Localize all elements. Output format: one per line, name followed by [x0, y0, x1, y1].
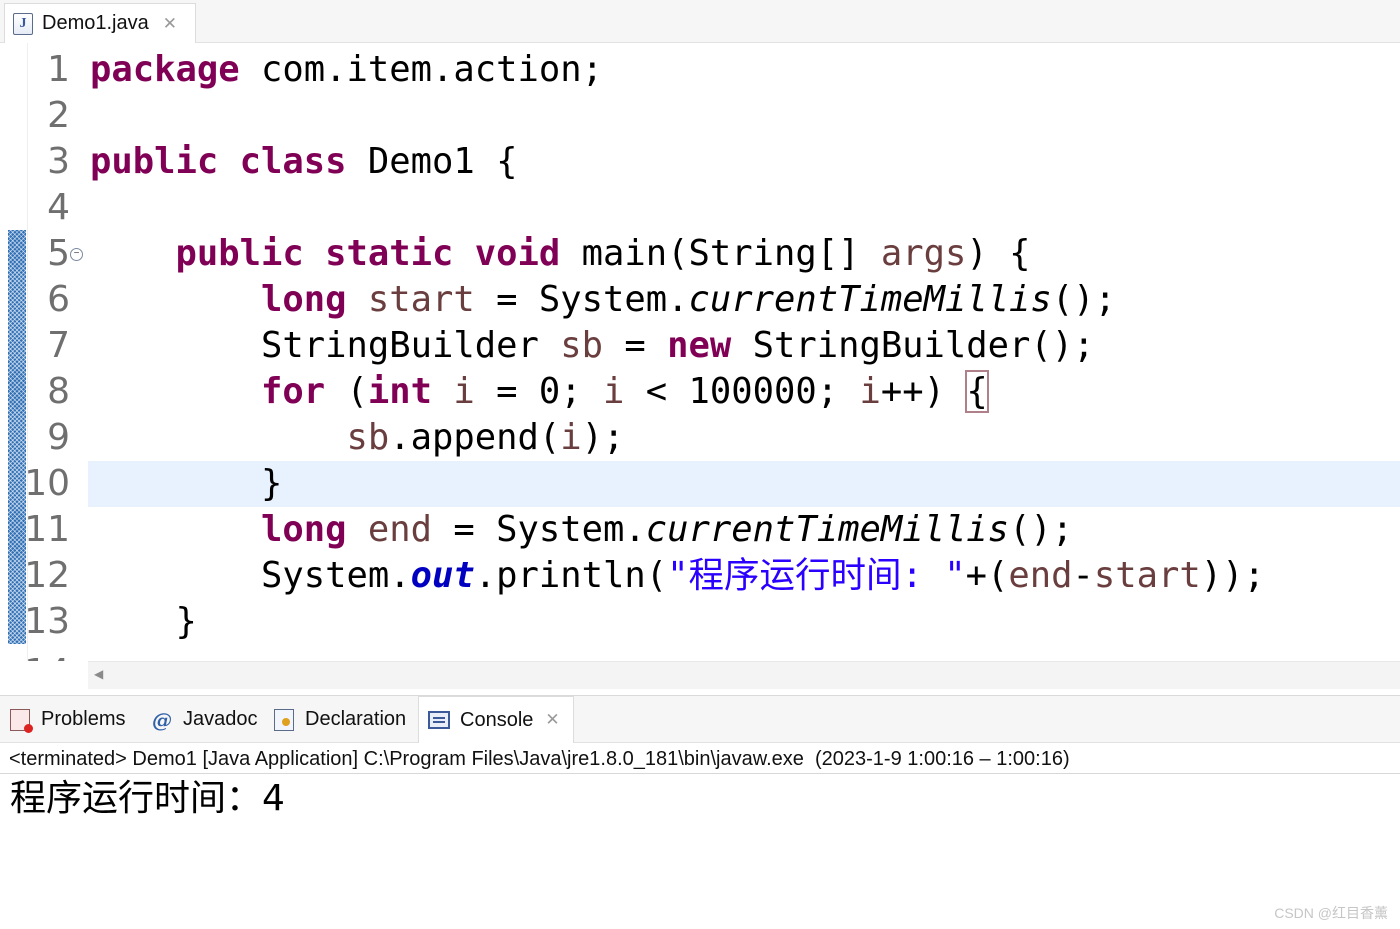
code-text: System.out.println("程序运行时间: "+(end-start…: [90, 555, 1265, 596]
code-line-4: 4: [0, 185, 1400, 231]
horizontal-scrollbar[interactable]: ◀: [88, 661, 1400, 689]
line-number: 10: [24, 463, 70, 504]
code-text: }: [90, 463, 283, 504]
code-text: public static void main(String[] args) {: [175, 233, 1031, 274]
line-number: 6: [47, 279, 70, 320]
tab-problems[interactable]: Problems: [0, 696, 138, 743]
line-number: 13: [24, 601, 70, 642]
line-number: 11: [24, 509, 70, 550]
close-icon[interactable]: ✕: [545, 710, 559, 730]
console-status-header: <terminated> Demo1 [Java Application] C:…: [0, 744, 1400, 774]
declaration-icon: [272, 708, 296, 732]
code-text: long start = System.currentTimeMillis();: [260, 279, 1116, 320]
code-line-1: 1 package com.item.action;: [0, 47, 1400, 93]
editor-tab-title: Demo1.java: [42, 12, 149, 34]
code-text: public class Demo1 {: [90, 141, 518, 182]
line-number: 4: [47, 187, 70, 228]
line-number: 14: [26, 650, 70, 661]
code-text: }: [90, 601, 197, 642]
code-line-3: 3 public class Demo1 {: [0, 139, 1400, 185]
code-text: StringBuilder sb = new StringBuilder();: [90, 325, 1095, 366]
editor-tab-bar: J Demo1.java ✕: [0, 0, 1400, 43]
panel-tab-bar: Problems @ Javadoc Declaration Console ✕: [0, 696, 1400, 743]
code-line-14-partial: 14: [26, 650, 70, 661]
line-number: 12: [24, 555, 70, 596]
console-output-line: 程序运行时间：4: [10, 778, 285, 819]
code-text: long end = System.currentTimeMillis();: [260, 509, 1074, 550]
tab-label: Javadoc: [183, 708, 258, 730]
code-text: package com.item.action;: [90, 49, 603, 90]
editor-tab-demo1[interactable]: J Demo1.java ✕: [4, 3, 196, 43]
line-number: 3: [47, 141, 70, 182]
code-line-12: 12 System.out.println("程序运行时间: "+(end-st…: [0, 553, 1400, 599]
code-text: sb.append(i);: [346, 417, 625, 458]
code-line-6: 6 long start = System.currentTimeMillis(…: [0, 277, 1400, 323]
javadoc-icon: @: [152, 707, 172, 732]
problems-icon: [8, 708, 33, 733]
code-line-7: 7 StringBuilder sb = new StringBuilder()…: [0, 323, 1400, 369]
tab-label: Problems: [41, 708, 126, 730]
code-line-8: 8 for (int i = 0; i < 100000; i++) {: [0, 369, 1400, 415]
code-line-5: 5 − public static void main(String[] arg…: [0, 231, 1400, 277]
console-output[interactable]: 程序运行时间：4: [0, 775, 1400, 929]
line-number: 8: [47, 371, 70, 412]
scroll-left-icon[interactable]: ◀: [94, 667, 103, 681]
watermark: CSDN @红目香薰: [1274, 905, 1388, 921]
code-editor[interactable]: 1 package com.item.action; 2 3 public cl…: [0, 43, 1400, 661]
line-number: 5: [47, 233, 70, 274]
tab-label: Console: [460, 708, 534, 731]
code-text: for (int i = 0; i < 100000; i++) {: [260, 370, 989, 413]
code-line-10: 10 }: [0, 461, 1400, 507]
tab-javadoc[interactable]: @ Javadoc: [142, 696, 264, 743]
line-number: 7: [47, 325, 70, 366]
code-line-2: 2: [0, 93, 1400, 139]
tab-declaration[interactable]: Declaration: [264, 696, 416, 743]
code-line-11: 11 long end = System.currentTimeMillis()…: [0, 507, 1400, 553]
tab-console[interactable]: Console ✕: [418, 696, 574, 743]
fold-collapse-icon[interactable]: −: [70, 248, 83, 261]
code-line-9: 9 sb.append(i);: [0, 415, 1400, 461]
code-line-13: 13 }: [0, 599, 1400, 645]
line-number: 2: [47, 95, 70, 136]
bottom-panel: Problems @ Javadoc Declaration Console ✕…: [0, 695, 1400, 929]
java-file-icon: J: [13, 12, 33, 35]
console-icon: [427, 708, 451, 732]
line-number: 1: [47, 49, 70, 90]
line-number: 9: [47, 417, 70, 458]
tab-label: Declaration: [305, 708, 407, 730]
matching-bracket: {: [965, 370, 989, 413]
close-icon[interactable]: ✕: [163, 14, 177, 34]
